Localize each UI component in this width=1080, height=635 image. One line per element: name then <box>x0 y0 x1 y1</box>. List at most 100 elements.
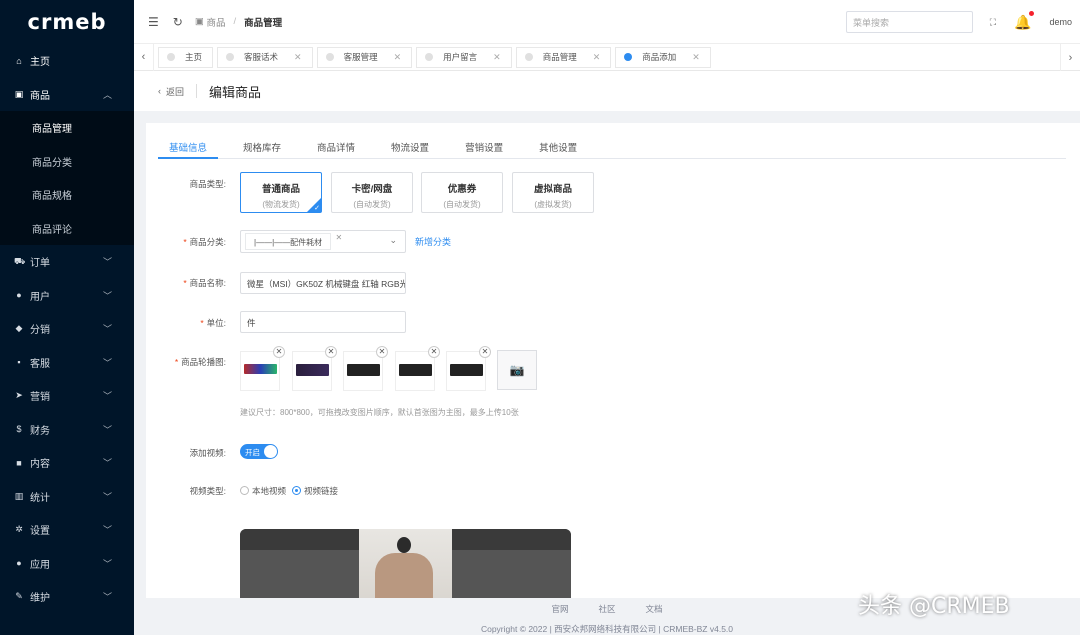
submenu-goods-spec[interactable]: 商品规格 <box>0 178 134 212</box>
coat-image <box>375 553 433 598</box>
radio-video-link[interactable]: 视频链接 <box>292 485 338 497</box>
type-title: 优惠券 <box>447 184 477 195</box>
remove-image-icon[interactable]: ✕ <box>428 346 440 358</box>
footer-link-official[interactable]: 官网 <box>551 603 568 615</box>
tab-label: 用户留言 <box>443 52 478 62</box>
tab-other-settings[interactable]: 其他设置 <box>528 133 588 159</box>
home-icon: ⌂ <box>16 55 22 66</box>
sidebar-item-maintain[interactable]: ✎ 维护 ﹀ <box>0 580 134 614</box>
close-icon[interactable]: ✕ <box>493 52 501 63</box>
close-icon[interactable]: ✕ <box>593 52 601 63</box>
breadcrumb-parent[interactable]: 商品 <box>206 15 225 29</box>
fullscreen-icon[interactable]: ⛶ <box>990 17 996 28</box>
refresh-icon[interactable]: ↻ <box>173 15 183 29</box>
tab-basic-info[interactable]: 基础信息 <box>158 133 219 159</box>
close-icon[interactable]: ✕ <box>335 233 342 242</box>
submenu-goods-category[interactable]: 商品分类 <box>0 145 134 179</box>
sidebar-item-goods[interactable]: ▣ 商品 ︿ <box>0 78 134 112</box>
upload-image-button[interactable]: 📷 <box>497 350 537 390</box>
type-card-coupon[interactable]: 优惠券 (自动发货) <box>421 172 503 213</box>
type-card-card-key[interactable]: 卡密/网盘 (自动发货) <box>331 172 413 213</box>
radio-local-video[interactable]: 本地视频 <box>240 485 286 497</box>
sidebar-item-label: 维护 <box>30 593 50 605</box>
tab-product-detail[interactable]: 商品详情 <box>306 133 366 159</box>
add-category-link[interactable]: 新增分类 <box>415 235 451 248</box>
remove-image-icon[interactable]: ✕ <box>273 346 285 358</box>
sidebar-item-label: 商品 <box>30 90 50 102</box>
video-toggle[interactable]: 开启 <box>240 444 278 459</box>
tab-service-scripts[interactable]: 客服话术 ✕ <box>217 46 313 68</box>
tab-goods-add[interactable]: 商品添加 ✕ <box>615 46 711 68</box>
type-card-virtual[interactable]: 虚拟商品 (虚拟发货) <box>512 172 594 213</box>
tabs-scroll-right-icon[interactable]: › <box>1060 44 1080 71</box>
back-button[interactable]: ‹ 返回 <box>158 84 198 98</box>
video-preview[interactable] <box>240 529 571 598</box>
remove-image-icon[interactable]: ✕ <box>479 346 491 358</box>
remove-image-icon[interactable]: ✕ <box>325 346 337 358</box>
footer-link-community[interactable]: 社区 <box>598 603 615 615</box>
sidebar-item-order[interactable]: ⛟ 订单 ﹀ <box>0 245 134 279</box>
menu-search-input[interactable]: 菜单搜索 <box>846 11 973 33</box>
footer-link-docs[interactable]: 文档 <box>646 603 663 615</box>
sidebar-item-finance[interactable]: $ 财务 ﹀ <box>0 413 134 447</box>
submenu-goods-manage[interactable]: 商品管理 <box>0 111 134 145</box>
user-name[interactable]: demo <box>1049 17 1072 27</box>
sidebar-item-home[interactable]: ⌂ 主页 <box>0 44 134 78</box>
tab-goods-manage[interactable]: 商品管理 ✕ <box>515 46 612 68</box>
sidebar-item-marketing[interactable]: ➤ 营销 ﹀ <box>0 379 134 413</box>
unit-input[interactable]: 件 <box>240 311 406 333</box>
tab-dot <box>425 53 434 61</box>
check-icon: ✓ <box>314 205 320 212</box>
page-header: ‹ 返回 编辑商品 <box>134 71 1080 111</box>
type-label: 商品类型: <box>189 179 226 189</box>
product-name-input[interactable]: 微星（MSI）GK50Z 机械键盘 红轴 RGB光 <box>240 272 406 294</box>
sidebar-item-stats[interactable]: ▥ 统计 ﹀ <box>0 480 134 514</box>
chevron-down-icon: ⌄ <box>389 235 397 245</box>
submenu-goods-review[interactable]: 商品评论 <box>0 212 134 246</box>
close-icon[interactable]: ✕ <box>692 52 700 63</box>
type-title: 卡密/网盘 <box>351 184 393 195</box>
chevron-down-icon: ﹀ <box>102 491 112 502</box>
tab-user-messages[interactable]: 用户留言 ✕ <box>416 46 512 68</box>
category-label: * 商品分类: <box>183 237 226 247</box>
sidebar-item-content[interactable]: ■ 内容 ﹀ <box>0 446 134 480</box>
sidebar-item-distribution[interactable]: ◆ 分销 ﹀ <box>0 312 134 346</box>
type-card-normal[interactable]: 普通商品 (物流发货) ✓ <box>240 172 322 213</box>
category-select[interactable]: |——|——配件耗材 ✕ ⌄ <box>240 230 406 253</box>
product-image-thumb[interactable]: ✕ <box>446 346 491 391</box>
tab-service-manage[interactable]: 客服管理 ✕ <box>316 46 413 68</box>
notification-bell-icon[interactable]: 🔔 <box>1014 10 1035 31</box>
close-icon[interactable]: ✕ <box>394 52 402 63</box>
product-image-thumb[interactable]: ✕ <box>395 346 440 391</box>
chevron-down-icon: ﹀ <box>102 458 112 469</box>
category-tag: |——|——配件耗材 ✕ <box>245 233 342 250</box>
sidebar-item-label: 财务 <box>30 425 50 437</box>
tab-logistics[interactable]: 物流设置 <box>380 133 440 159</box>
sidebar-item-service[interactable]: ▪ 客服 ﹀ <box>0 346 134 380</box>
product-image-thumb[interactable]: ✕ <box>240 346 285 391</box>
radio-circle <box>292 486 302 495</box>
crmeb-logo[interactable]: crmeb <box>0 0 134 44</box>
close-icon[interactable]: ✕ <box>294 52 302 63</box>
page-tabs-bar: ‹ 主页 客服话术 ✕ 客服管理 ✕ 用户留言 ✕ 商品管理 ✕ 商品添加 ✕ … <box>134 43 1080 71</box>
sidebar-item-settings[interactable]: ✲ 设置 ﹀ <box>0 513 134 547</box>
sidebar-item-label: 分销 <box>30 325 50 337</box>
sidebar-item-label: 设置 <box>30 526 50 538</box>
product-image-thumb[interactable]: ✕ <box>343 346 388 391</box>
product-image-thumb[interactable]: ✕ <box>292 346 337 391</box>
tab-marketing[interactable]: 营销设置 <box>454 133 514 159</box>
tab-spec-stock[interactable]: 规格库存 <box>232 133 292 159</box>
remove-image-icon[interactable]: ✕ <box>376 346 388 358</box>
menu-collapse-icon[interactable]: ☰ <box>148 15 159 29</box>
share-icon: ◆ <box>15 323 23 334</box>
tab-home[interactable]: 主页 <box>158 46 214 68</box>
back-label: 返回 <box>166 86 185 97</box>
sidebar-item-apps[interactable]: ● 应用 ﹀ <box>0 547 134 581</box>
name-label: * 商品名称: <box>183 278 226 288</box>
camera-icon: 📷 <box>509 363 525 377</box>
chevron-down-icon: ﹀ <box>102 357 112 368</box>
tab-label: 商品添加 <box>642 52 677 62</box>
sidebar-item-user[interactable]: ● 用户 ﹀ <box>0 279 134 313</box>
tabs-scroll-left-icon[interactable]: ‹ <box>134 43 154 71</box>
shop-icon: ▣ <box>14 88 24 99</box>
